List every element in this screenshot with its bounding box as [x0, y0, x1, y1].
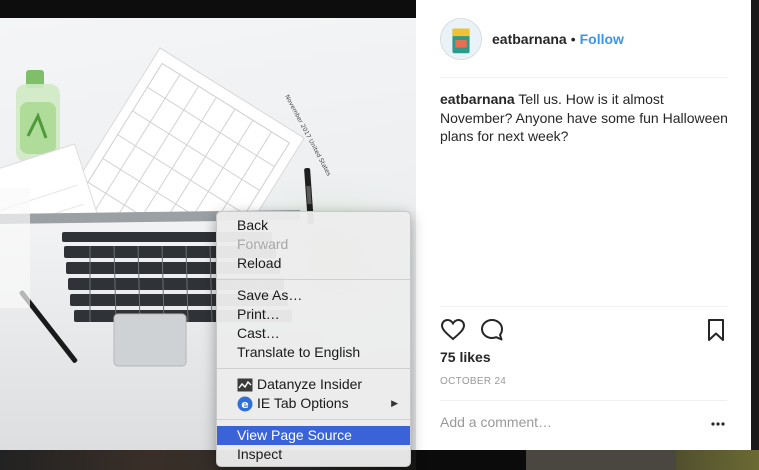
likes-count[interactable]: 75 likes [440, 349, 491, 365]
post-caption: eatbarnana Tell us. How is it almost Nov… [440, 90, 730, 146]
comment-divider [440, 400, 727, 401]
menu-item-label: IE Tab Options [257, 395, 349, 411]
post-username[interactable]: eatbarnana [492, 31, 567, 47]
menu-separator [217, 419, 410, 420]
menu-item-view-page-source[interactable]: View Page Source [217, 426, 410, 445]
menu-item-cast[interactable]: Cast… [217, 324, 410, 343]
header-divider [440, 77, 727, 78]
avatar-image [441, 19, 481, 59]
sanitizer-bottle [16, 70, 60, 162]
backdrop-right [751, 0, 759, 470]
menu-item-label: Datanyze Insider [257, 376, 363, 392]
menu-item-forward: Forward [237, 236, 289, 252]
submenu-arrow-icon: ▶ [391, 398, 398, 408]
svg-text:e: e [241, 398, 248, 411]
menu-item-print[interactable]: Print… [217, 305, 410, 324]
actions-divider [440, 306, 727, 307]
separator-dot: • [570, 31, 576, 47]
menu-item-ie-tab-options[interactable]: e IE Tab Options ▶ [217, 394, 410, 413]
bookmark-icon[interactable] [703, 317, 729, 343]
avatar[interactable] [440, 18, 482, 60]
post-date[interactable]: OCTOBER 24 [440, 376, 506, 387]
post-header: eatbarnana • Follow [440, 17, 624, 61]
ie-tab-icon: e [237, 396, 253, 412]
menu-separator [217, 368, 410, 369]
datanyze-chart-icon [237, 377, 253, 393]
gallery-thumb [416, 450, 526, 470]
menu-item-inspect[interactable]: Inspect [217, 445, 410, 464]
comment-icon[interactable] [479, 317, 505, 343]
menu-item-translate[interactable]: Translate to English [217, 343, 410, 362]
comment-input[interactable]: Add a comment… [440, 414, 700, 430]
menu-separator [217, 279, 410, 280]
menu-item-reload[interactable]: Reload [217, 254, 410, 273]
menu-item-save-as[interactable]: Save As… [217, 286, 410, 305]
gallery-thumb [526, 450, 676, 470]
context-menu: Back Forward Reload Save As… Print… Cast… [216, 211, 411, 467]
caption-username[interactable]: eatbarnana [440, 91, 515, 107]
post-panel: eatbarnana • Follow eatbarnana Tell us. … [416, 0, 751, 450]
follow-button[interactable]: Follow [580, 31, 624, 47]
ellipsis-icon[interactable] [710, 413, 726, 433]
like-heart-icon[interactable] [440, 317, 466, 343]
menu-item-back[interactable]: Back [217, 216, 410, 235]
menu-item-datanyze[interactable]: Datanyze Insider [217, 375, 410, 394]
